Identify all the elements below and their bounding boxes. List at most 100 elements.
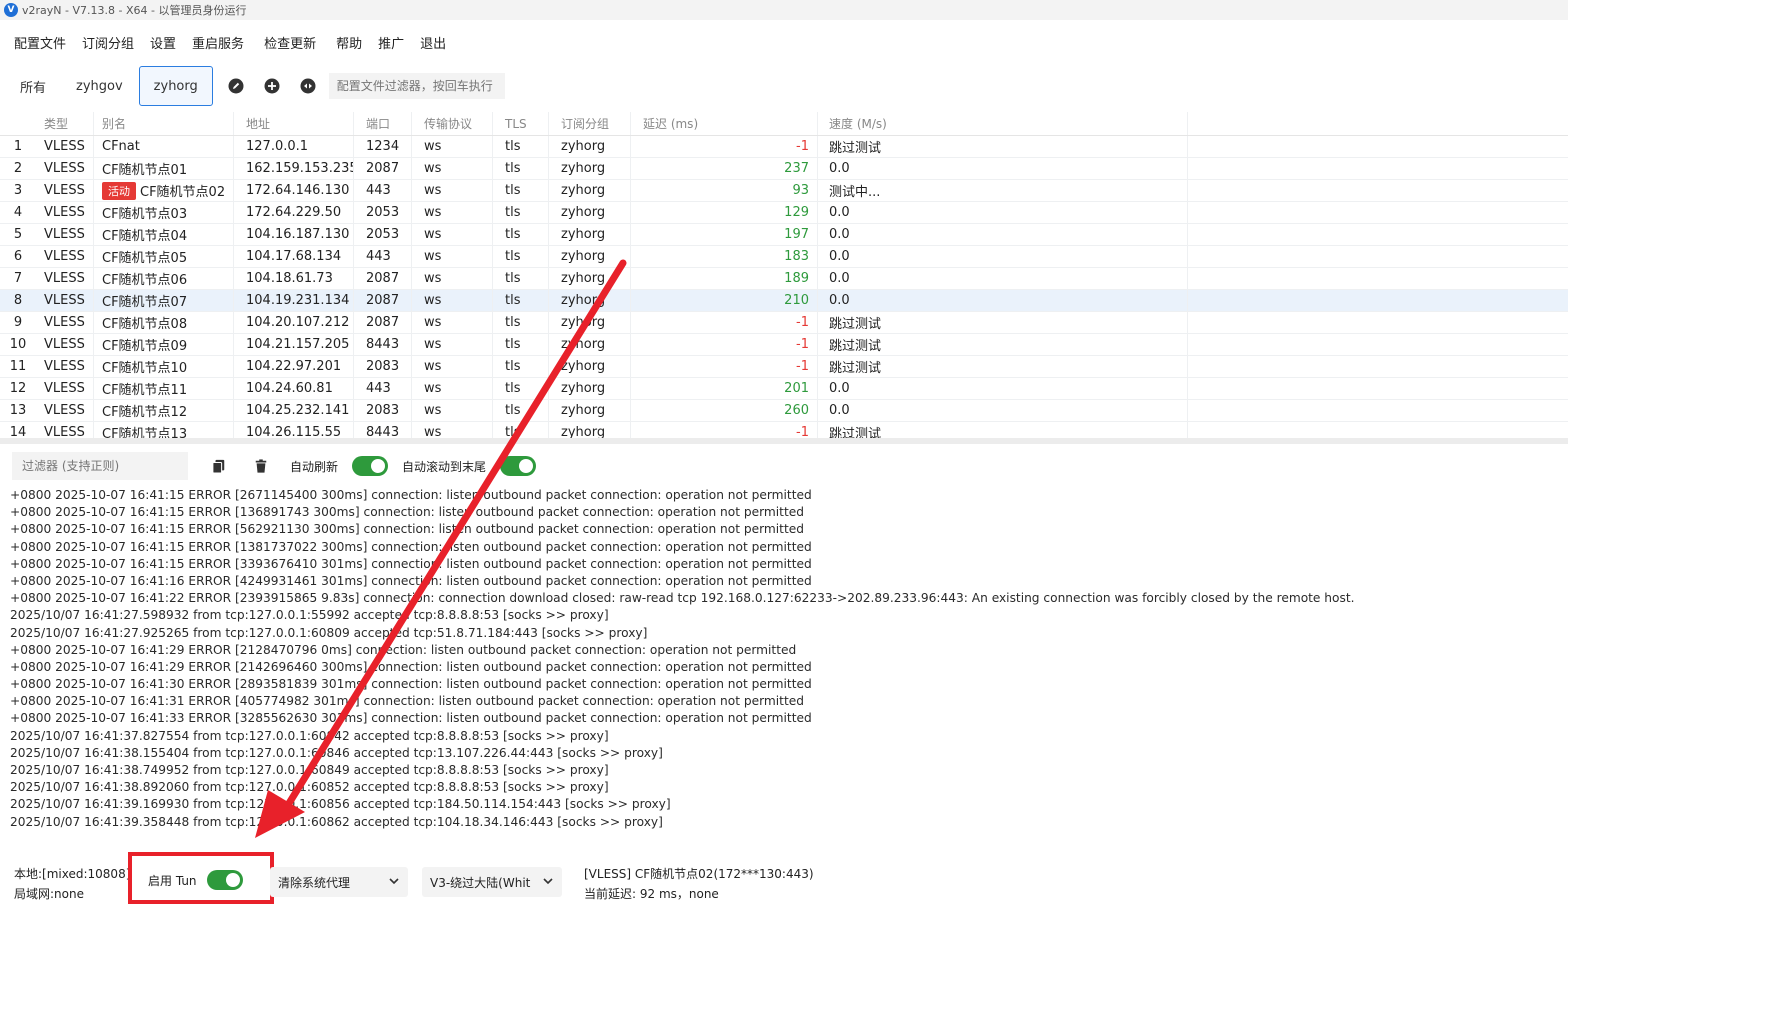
log-line: +0800 2025-10-07 16:41:15 ERROR [1381737… bbox=[10, 539, 812, 554]
col-speed[interactable]: 速度 (M/s) bbox=[818, 112, 1188, 135]
edit-group-button[interactable] bbox=[225, 75, 247, 97]
table-row[interactable]: 4 VLESS CF随机节点03 172.64.229.50 2053 ws tls zyho… bbox=[0, 202, 1568, 224]
menu-restart-service[interactable]: 重启服务 bbox=[184, 33, 252, 52]
log-filter-input[interactable] bbox=[12, 452, 188, 480]
tun-label: 启用 Tun bbox=[148, 873, 197, 888]
menu-help[interactable]: 帮助 bbox=[328, 33, 370, 52]
row-type: VLESS bbox=[36, 246, 94, 267]
col-index bbox=[0, 112, 36, 135]
menu-check-update[interactable]: 检查更新 bbox=[256, 33, 324, 52]
active-node: [VLESS] CF随机节点02(172***130:443) bbox=[584, 867, 814, 881]
row-port: 1234 bbox=[354, 136, 412, 157]
tun-toggle[interactable] bbox=[206, 870, 243, 890]
lan-status: 局域网:none bbox=[14, 887, 84, 901]
row-type: VLESS bbox=[36, 334, 94, 355]
panel-splitter[interactable] bbox=[0, 438, 1568, 444]
row-transport: ws bbox=[412, 224, 493, 245]
row-speed: 0.0 bbox=[818, 246, 1188, 267]
col-port[interactable]: 端口 bbox=[354, 112, 412, 135]
table-row[interactable]: 7 VLESS CF随机节点06 104.18.61.73 2087 ws tls zyhor… bbox=[0, 268, 1568, 290]
tab-all[interactable]: 所有 bbox=[8, 66, 58, 106]
row-subscription: zyhorg bbox=[549, 136, 631, 157]
clear-log-button[interactable] bbox=[252, 457, 270, 475]
auto-scroll-toggle[interactable] bbox=[500, 456, 537, 476]
col-tls[interactable]: TLS bbox=[493, 112, 549, 135]
col-subscription[interactable]: 订阅分组 bbox=[549, 112, 631, 135]
routing-select[interactable]: V3-绕过大陆(Whit bbox=[422, 867, 562, 897]
col-delay[interactable]: 延迟 (ms) bbox=[631, 112, 818, 135]
tab-zyhgov[interactable]: zyhgov bbox=[64, 66, 135, 106]
log-line: 2025/10/07 16:41:39.169930 from tcp:127.… bbox=[10, 797, 671, 812]
more-group-button[interactable] bbox=[297, 75, 319, 97]
col-transport[interactable]: 传输协议 bbox=[412, 112, 493, 135]
row-address: 104.18.61.73 bbox=[234, 268, 354, 289]
profile-filter-input[interactable] bbox=[328, 73, 505, 99]
table-row[interactable]: 12 VLESS CF随机节点11 104.24.60.81 443 ws tls zyhor… bbox=[0, 378, 1568, 400]
row-index: 10 bbox=[9, 337, 27, 352]
auto-refresh-toggle[interactable] bbox=[352, 456, 389, 476]
row-address: 162.159.153.235 bbox=[234, 158, 354, 179]
row-speed: 0.0 bbox=[818, 378, 1188, 399]
table-row[interactable]: 1 VLESS CFnat 127.0.0.1 1234 ws tls zyhorg -1 跳过测… bbox=[0, 136, 1568, 158]
row-subscription: zyhorg bbox=[549, 246, 631, 267]
row-delay: 197 bbox=[631, 224, 818, 245]
menu-promote[interactable]: 推广 bbox=[370, 33, 412, 52]
row-address: 104.20.107.212 bbox=[234, 312, 354, 333]
log-output[interactable]: +0800 2025-10-07 16:41:15 ERROR [2671145… bbox=[10, 487, 1550, 831]
row-tls: tls bbox=[493, 136, 549, 157]
row-delay: 210 bbox=[631, 290, 818, 311]
col-alias[interactable]: 别名 bbox=[94, 112, 234, 135]
row-type: VLESS bbox=[36, 136, 94, 157]
copy-log-button[interactable] bbox=[210, 457, 228, 475]
row-speed: 跳过测试 bbox=[818, 334, 1188, 355]
row-index: 4 bbox=[13, 205, 23, 220]
row-index: 14 bbox=[9, 425, 27, 438]
row-type: VLESS bbox=[36, 356, 94, 377]
row-transport: ws bbox=[412, 180, 493, 201]
menu-profiles[interactable]: 配置文件 bbox=[6, 33, 74, 52]
row-alias: CF随机节点05 bbox=[102, 251, 188, 266]
menu-exit[interactable]: 退出 bbox=[412, 33, 454, 52]
table-row[interactable]: 9 VLESS CF随机节点08 104.20.107.212 2087 ws tls zyh… bbox=[0, 312, 1568, 334]
row-tls: tls bbox=[493, 312, 549, 333]
table-row[interactable]: 3 VLESS 活动 CF随机节点02 172.64.146.130 443 ws tls zy… bbox=[0, 180, 1568, 202]
row-address: 104.19.231.134 bbox=[234, 290, 354, 311]
tab-zyhorg[interactable]: zyhorg bbox=[138, 66, 213, 106]
table-row[interactable]: 13 VLESS CF随机节点12 104.25.232.141 2083 ws tls zy… bbox=[0, 400, 1568, 422]
table-row[interactable]: 8 VLESS CF随机节点07 104.19.231.134 2087 ws tls zyh… bbox=[0, 290, 1568, 312]
row-type: VLESS bbox=[36, 290, 94, 311]
row-alias-cell: CF随机节点10 bbox=[94, 356, 234, 377]
row-subscription: zyhorg bbox=[549, 400, 631, 421]
col-type[interactable]: 类型 bbox=[36, 112, 94, 135]
system-proxy-select[interactable]: 清除系统代理 bbox=[270, 867, 408, 897]
row-delay: 93 bbox=[631, 180, 818, 201]
window-title: v2rayN - V7.13.8 - X64 - 以管理员身份运行 bbox=[22, 4, 247, 17]
table-row[interactable]: 5 VLESS CF随机节点04 104.16.187.130 2053 ws tls zyh… bbox=[0, 224, 1568, 246]
row-delay: 189 bbox=[631, 268, 818, 289]
menu-settings[interactable]: 设置 bbox=[142, 33, 184, 52]
log-toolbar: 自动刷新 自动滚动到末尾 bbox=[12, 452, 537, 480]
row-transport: ws bbox=[412, 334, 493, 355]
table-row[interactable]: 14 VLESS CF随机节点13 104.26.115.55 8443 ws tls zyh… bbox=[0, 422, 1568, 438]
col-address[interactable]: 地址 bbox=[234, 112, 354, 135]
row-alias: CF随机节点10 bbox=[102, 361, 188, 376]
row-alias: CF随机节点02 bbox=[140, 185, 226, 200]
table-row[interactable]: 10 VLESS CF随机节点09 104.21.157.205 8443 ws tls zy… bbox=[0, 334, 1568, 356]
row-speed: 0.0 bbox=[818, 290, 1188, 311]
row-alias: CF随机节点06 bbox=[102, 273, 188, 288]
row-transport: ws bbox=[412, 268, 493, 289]
row-index: 12 bbox=[9, 381, 27, 396]
add-group-button[interactable] bbox=[261, 75, 283, 97]
table-row[interactable]: 11 VLESS CF随机节点10 104.22.97.201 2083 ws tls zyh… bbox=[0, 356, 1568, 378]
row-address: 127.0.0.1 bbox=[234, 136, 354, 157]
row-tls: tls bbox=[493, 356, 549, 377]
menu-subscription-group[interactable]: 订阅分组 bbox=[74, 33, 142, 52]
row-alias: CF随机节点08 bbox=[102, 317, 188, 332]
table-row[interactable]: 2 VLESS CF随机节点01 162.159.153.235 2087 ws tls zy… bbox=[0, 158, 1568, 180]
row-alias: CF随机节点12 bbox=[102, 405, 188, 420]
row-speed: 0.0 bbox=[818, 158, 1188, 179]
log-line: 2025/10/07 16:41:38.155404 from tcp:127.… bbox=[10, 745, 663, 760]
table-row[interactable]: 6 VLESS CF随机节点05 104.17.68.134 443 ws tls zyhor… bbox=[0, 246, 1568, 268]
row-transport: ws bbox=[412, 290, 493, 311]
v2rayn-logo-icon: V bbox=[4, 3, 18, 17]
